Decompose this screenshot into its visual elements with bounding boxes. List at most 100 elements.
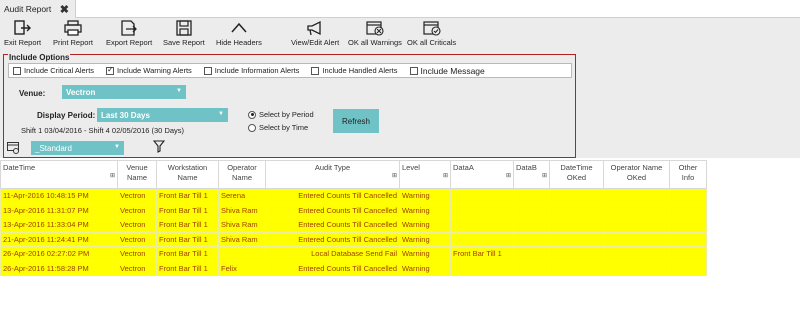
- table-cell[interactable]: [603, 217, 670, 233]
- table-cell[interactable]: Vectron: [117, 217, 157, 233]
- table-row[interactable]: 26-Apr-2016 11:58:28 PM Vectron Front Bar …: [0, 260, 707, 276]
- table-cell[interactable]: [218, 246, 266, 262]
- table-cell[interactable]: Local Database Send Fail: [265, 246, 400, 262]
- table-cell[interactable]: Front Bar Till 1: [156, 202, 219, 218]
- header-workstation-name[interactable]: Workstation Name: [156, 160, 219, 189]
- print-report-button[interactable]: Print Report: [53, 20, 93, 47]
- table-cell[interactable]: [450, 217, 514, 233]
- header-audit-type[interactable]: Audit Type ⊞: [265, 160, 400, 189]
- table-cell[interactable]: [669, 202, 707, 218]
- table-cell[interactable]: [513, 188, 550, 204]
- table-cell[interactable]: [450, 188, 514, 204]
- table-cell[interactable]: [513, 260, 550, 276]
- table-cell[interactable]: [603, 231, 670, 247]
- exit-report-button[interactable]: Exit Report: [4, 20, 41, 47]
- table-row[interactable]: 11-Apr-2016 10:48:15 PM Vectron Front Bar …: [0, 188, 707, 204]
- table-cell[interactable]: [549, 246, 604, 262]
- include-information-checkbox[interactable]: Include Information Alerts: [203, 66, 299, 75]
- table-cell[interactable]: 13-Apr-2016 11:31:07 PM: [0, 202, 118, 218]
- table-cell[interactable]: [450, 231, 514, 247]
- include-message-checkbox[interactable]: Include Message: [409, 66, 485, 76]
- tab-audit-report[interactable]: Audit Report ✖: [0, 0, 76, 18]
- table-cell[interactable]: Warning: [399, 188, 451, 204]
- table-cell[interactable]: Vectron: [117, 202, 157, 218]
- table-cell[interactable]: Front Bar Till 1: [156, 217, 219, 233]
- select-by-period-radio[interactable]: Select by Period: [248, 110, 314, 119]
- table-cell[interactable]: [450, 260, 514, 276]
- filter-icon[interactable]: ⊞: [110, 171, 115, 181]
- table-cell[interactable]: 11-Apr-2016 10:48:15 PM: [0, 188, 118, 204]
- table-cell[interactable]: 21-Apr-2016 11:24:41 PM: [0, 231, 118, 247]
- filter-icon[interactable]: ⊞: [392, 171, 397, 181]
- header-operator-name[interactable]: Operator Name: [218, 160, 266, 189]
- table-row[interactable]: 26-Apr-2016 02:27:02 PM Vectron Front Bar …: [0, 246, 707, 262]
- table-cell[interactable]: [669, 246, 707, 262]
- table-cell[interactable]: [513, 202, 550, 218]
- ok-all-criticals-button[interactable]: OK all Criticals: [407, 20, 456, 47]
- header-data-b[interactable]: DataB ⊞: [513, 160, 550, 189]
- table-cell[interactable]: Shiva Ram: [218, 231, 266, 247]
- table-cell[interactable]: 26-Apr-2016 11:58:28 PM: [0, 260, 118, 276]
- header-datetime-oked[interactable]: DateTime OKed: [549, 160, 604, 189]
- table-cell[interactable]: Shiva Ram: [218, 202, 266, 218]
- header-datetime[interactable]: DateTime ⊞: [0, 160, 118, 189]
- table-cell[interactable]: Front Bar Till 1: [156, 260, 219, 276]
- table-cell[interactable]: [513, 246, 550, 262]
- header-venue-name[interactable]: Venue Name: [117, 160, 157, 189]
- table-cell[interactable]: [603, 260, 670, 276]
- table-cell[interactable]: Warning: [399, 246, 451, 262]
- table-cell[interactable]: Front Bar Till 1: [156, 231, 219, 247]
- table-cell[interactable]: Vectron: [117, 188, 157, 204]
- table-cell[interactable]: Warning: [399, 202, 451, 218]
- venue-dropdown[interactable]: Vectron ▼: [62, 85, 186, 99]
- table-cell[interactable]: Vectron: [117, 260, 157, 276]
- ok-all-warnings-button[interactable]: OK all Warnings: [348, 20, 402, 47]
- table-cell[interactable]: Vectron: [117, 231, 157, 247]
- radio-dot[interactable]: [248, 110, 256, 119]
- table-cell[interactable]: Front Bar Till 1: [156, 188, 219, 204]
- include-warning-checkbox[interactable]: Include Warning Alerts: [106, 65, 192, 75]
- save-report-button[interactable]: Save Report: [163, 20, 205, 47]
- table-cell[interactable]: Serena: [218, 188, 266, 204]
- checkbox-box[interactable]: [409, 66, 418, 75]
- layout-dropdown[interactable]: _Standard ▼: [31, 141, 124, 155]
- table-cell[interactable]: Warning: [399, 260, 451, 276]
- table-cell[interactable]: [603, 188, 670, 204]
- table-cell[interactable]: [450, 202, 514, 218]
- checkbox-box[interactable]: [311, 66, 320, 75]
- include-handled-checkbox[interactable]: Include Handled Alerts: [311, 66, 398, 75]
- table-cell[interactable]: [549, 217, 604, 233]
- checkbox-box[interactable]: [106, 65, 115, 75]
- filter-icon[interactable]: ⊞: [542, 171, 547, 181]
- filter-icon[interactable]: ⊞: [506, 171, 511, 181]
- export-report-button[interactable]: Export Report: [106, 20, 152, 47]
- table-cell[interactable]: 26-Apr-2016 02:27:02 PM: [0, 246, 118, 262]
- table-cell[interactable]: [669, 217, 707, 233]
- close-icon[interactable]: ✖: [60, 3, 69, 16]
- header-data-a[interactable]: DataA ⊞: [450, 160, 514, 189]
- table-cell[interactable]: [669, 188, 707, 204]
- table-cell[interactable]: [549, 231, 604, 247]
- checkbox-box[interactable]: [203, 66, 212, 75]
- table-cell[interactable]: Warning: [399, 217, 451, 233]
- table-cell[interactable]: Vectron: [117, 246, 157, 262]
- radio-dot[interactable]: [248, 123, 256, 132]
- refresh-button[interactable]: Refresh: [333, 109, 379, 133]
- hide-headers-button[interactable]: Hide Headers: [216, 20, 262, 47]
- table-cell[interactable]: [513, 231, 550, 247]
- table-cell[interactable]: [513, 217, 550, 233]
- filter-icon[interactable]: ⊞: [443, 171, 448, 181]
- checkbox-box[interactable]: [13, 66, 21, 75]
- table-cell[interactable]: Entered Counts Till Cancelled: [265, 188, 400, 204]
- table-cell[interactable]: [669, 231, 707, 247]
- table-row[interactable]: 13-Apr-2016 11:33:04 PM Vectron Front Bar …: [0, 217, 707, 233]
- table-cell[interactable]: Entered Counts Till Cancelled: [265, 231, 400, 247]
- table-cell[interactable]: Front Bar Till 1: [450, 246, 514, 262]
- table-cell[interactable]: [603, 246, 670, 262]
- table-cell[interactable]: [549, 202, 604, 218]
- table-cell[interactable]: 13-Apr-2016 11:33:04 PM: [0, 217, 118, 233]
- table-cell[interactable]: [669, 260, 707, 276]
- table-cell[interactable]: Entered Counts Till Cancelled: [265, 260, 400, 276]
- table-cell[interactable]: [549, 260, 604, 276]
- table-row[interactable]: 21-Apr-2016 11:24:41 PM Vectron Front Bar …: [0, 231, 707, 247]
